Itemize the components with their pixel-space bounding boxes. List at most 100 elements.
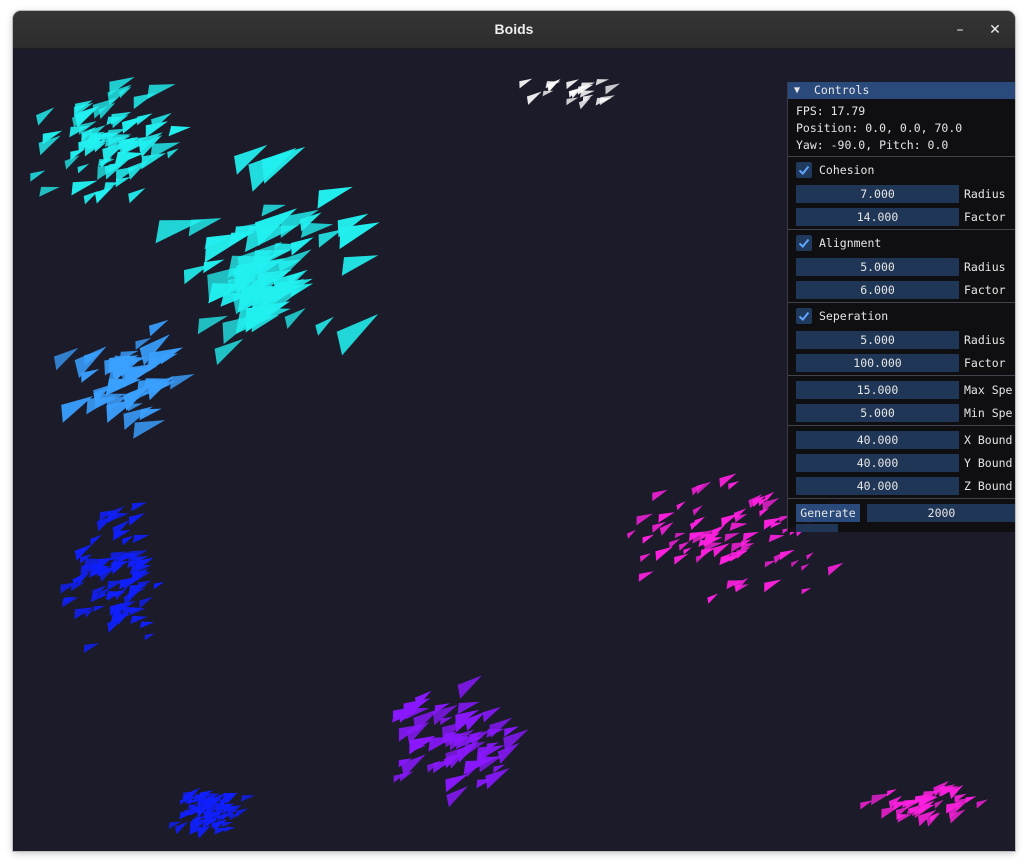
boid — [599, 95, 615, 106]
max-speed-label: Max Spe — [964, 383, 1013, 397]
boid — [519, 78, 533, 89]
fps-readout: FPS: 17.79 — [796, 104, 866, 118]
boid — [827, 562, 844, 576]
alignment-radius-field[interactable]: 5.000 — [796, 258, 959, 276]
boid — [887, 789, 897, 797]
checkmark-icon — [798, 311, 810, 321]
min-speed-field[interactable]: 5.000 — [796, 404, 959, 422]
seperation-checkbox[interactable] — [796, 308, 812, 324]
boid — [445, 774, 469, 793]
boid — [128, 513, 146, 526]
title-bar[interactable]: Boids – ✕ — [13, 11, 1015, 49]
boid — [806, 552, 814, 560]
boid — [90, 534, 102, 546]
boid — [764, 579, 782, 593]
seperation-radius-field[interactable]: 5.000 — [796, 331, 959, 349]
alignment-radius-label: Radius — [964, 260, 1006, 274]
boids-viewport[interactable]: ▼ Controls FPS: 17.79 Position: 0.0, 0.0… — [13, 49, 1015, 851]
boid — [595, 79, 610, 86]
boid — [547, 79, 561, 93]
minimize-button[interactable]: – — [949, 19, 971, 41]
generate-count-field[interactable]: 2000 — [867, 504, 1015, 522]
boid — [128, 188, 146, 204]
boid — [655, 546, 673, 561]
alignment-checkbox[interactable] — [796, 235, 812, 251]
boid — [129, 607, 146, 616]
controls-panel: ▼ Controls FPS: 17.79 Position: 0.0, 0.0… — [787, 82, 1015, 532]
boid — [149, 319, 169, 337]
alignment-factor-field[interactable]: 6.000 — [796, 281, 959, 299]
boid — [674, 553, 689, 565]
generate-button[interactable]: Generate — [796, 504, 860, 522]
seperation-radius-label: Radius — [964, 333, 1006, 347]
controls-header[interactable]: ▼ Controls — [788, 82, 1015, 99]
boid — [526, 91, 542, 105]
boid — [489, 717, 513, 738]
max-speed-field[interactable]: 15.000 — [796, 381, 959, 399]
boid — [658, 512, 675, 523]
boid — [336, 314, 379, 356]
boid — [683, 547, 692, 555]
boid — [122, 535, 134, 546]
boid — [167, 148, 179, 159]
boid — [652, 489, 668, 502]
window-title: Boids — [494, 21, 534, 37]
divider — [788, 156, 1015, 157]
boid — [133, 92, 156, 109]
boid — [240, 795, 255, 802]
boid — [779, 549, 795, 561]
boid — [144, 633, 155, 641]
boid — [284, 308, 306, 329]
boid — [168, 125, 191, 137]
boid — [542, 90, 554, 97]
boid — [39, 186, 60, 197]
boid — [236, 808, 249, 818]
divider — [788, 425, 1015, 426]
boid — [801, 588, 812, 595]
boid — [640, 553, 651, 563]
checkmark-icon — [798, 238, 810, 248]
boid — [203, 259, 225, 274]
boid — [153, 581, 165, 590]
x-bounds-field[interactable]: 40.000 — [796, 431, 959, 449]
z-bounds-field[interactable]: 40.000 — [796, 477, 959, 495]
boid — [341, 255, 379, 276]
boid — [638, 571, 654, 582]
divider — [788, 229, 1015, 230]
boid — [139, 596, 153, 609]
cohesion-radius-field[interactable]: 7.000 — [796, 185, 959, 203]
checkmark-icon — [798, 165, 810, 175]
cohesion-checkbox[interactable] — [796, 162, 812, 178]
boid — [742, 531, 759, 542]
y-bounds-label: Y Bound: — [964, 456, 1015, 470]
boid — [139, 408, 162, 421]
seperation-factor-field[interactable]: 100.000 — [796, 354, 959, 372]
boid — [315, 316, 334, 336]
boid — [713, 524, 726, 537]
controls-title: Controls — [814, 83, 870, 97]
cohesion-radius-label: Radius — [964, 187, 1006, 201]
divider — [788, 302, 1015, 303]
z-bounds-label: Z Bound: — [964, 479, 1015, 493]
triangle-down-icon[interactable]: ▼ — [794, 82, 800, 99]
boid — [482, 706, 501, 723]
boid — [132, 534, 150, 544]
boid — [801, 563, 810, 571]
divider — [788, 375, 1015, 376]
position-readout: Position: 0.0, 0.0, 70.0 — [796, 121, 963, 135]
boid — [976, 799, 988, 809]
boid — [724, 532, 740, 542]
scrollbar[interactable] — [796, 524, 838, 532]
boid — [605, 83, 621, 95]
boid — [566, 97, 579, 106]
boid — [626, 529, 636, 539]
close-button[interactable]: ✕ — [984, 19, 1006, 41]
boid — [790, 559, 800, 568]
boid — [77, 163, 90, 174]
boid — [676, 501, 686, 511]
cohesion-factor-field[interactable]: 14.000 — [796, 208, 959, 226]
boid — [694, 516, 705, 527]
y-bounds-field[interactable]: 40.000 — [796, 454, 959, 472]
boid — [668, 538, 680, 549]
alignment-factor-label: Factor — [964, 283, 1006, 297]
